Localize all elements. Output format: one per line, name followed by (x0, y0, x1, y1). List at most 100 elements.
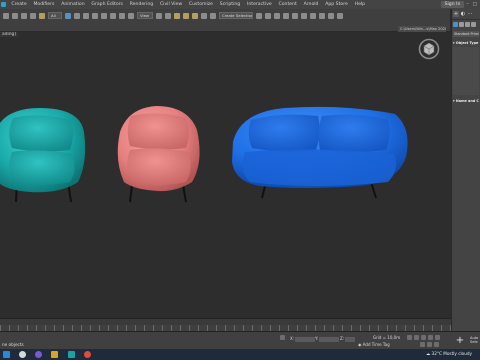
x-coordinate: X: (290, 336, 316, 342)
previous-frame-icon[interactable] (414, 335, 419, 340)
app-logo-icon (1, 2, 6, 7)
modify-tab-icon[interactable]: ◐ (460, 11, 466, 17)
menu-animation[interactable]: Animation (58, 2, 88, 7)
pan-icon[interactable] (434, 342, 439, 347)
file-explorer-icon[interactable] (51, 351, 58, 358)
menu-content[interactable]: Content (275, 2, 300, 7)
windows-start-icon[interactable] (3, 351, 10, 358)
create-category-icons (452, 20, 480, 29)
lock-icon[interactable] (280, 335, 285, 340)
z-coordinate: Z: (340, 336, 356, 342)
perspective-viewport[interactable]: ading] (0, 32, 451, 318)
lights-icon[interactable] (465, 22, 470, 27)
render-frame-icon[interactable] (328, 12, 334, 19)
redo-icon[interactable] (12, 12, 18, 19)
menu-arnold[interactable]: Arnold (300, 2, 322, 7)
x-field[interactable] (295, 336, 316, 342)
orbit-icon[interactable] (427, 342, 432, 347)
chrome-icon[interactable] (84, 351, 91, 358)
name-color-label: Name and Color (455, 99, 479, 103)
y-field[interactable] (319, 336, 340, 342)
window-crossing-icon[interactable] (92, 12, 98, 19)
mirror-icon[interactable] (256, 12, 262, 19)
menu-bar: Create Modifiers Animation Graph Editors… (0, 0, 480, 9)
cameras-icon[interactable] (471, 22, 476, 27)
render-production-icon[interactable] (337, 12, 343, 19)
pivot-center-icon[interactable] (156, 12, 162, 19)
menu-civil-view[interactable]: Civil View (157, 2, 186, 7)
menu-graph-editors[interactable]: Graph Editors (88, 2, 126, 7)
set-key-label: Sele (470, 340, 478, 345)
render-setup-icon[interactable] (319, 12, 325, 19)
select-object-icon[interactable] (65, 12, 71, 19)
select-by-name-icon[interactable] (74, 12, 80, 19)
toggle-layer-explorer-icon[interactable] (283, 12, 289, 19)
schematic-view-icon[interactable] (301, 12, 307, 19)
keyboard-shortcut-override-icon[interactable] (165, 12, 171, 19)
menu-customize[interactable]: Customize (185, 2, 216, 7)
menu-create[interactable]: Create (8, 2, 30, 7)
geometry-type-dropdown[interactable]: Standard Primitives (453, 31, 479, 37)
undo-icon[interactable] (3, 12, 9, 19)
select-scale-icon[interactable] (119, 12, 125, 19)
3ds-max-taskbar-icon[interactable] (68, 351, 75, 358)
add-time-tag-button[interactable]: ◉ Add Time Tag (358, 342, 390, 347)
selection-filter-dropdown[interactable]: All (48, 12, 62, 19)
next-frame-icon[interactable] (428, 335, 433, 340)
z-field[interactable] (345, 336, 356, 342)
toggle-scene-explorer-icon[interactable] (274, 12, 280, 19)
create-tab-icon[interactable]: + (453, 11, 459, 17)
search-icon[interactable] (19, 351, 26, 358)
menu-interactive[interactable]: Interactive (244, 2, 276, 7)
align-icon[interactable] (265, 12, 271, 19)
select-rotate-icon[interactable] (110, 12, 116, 19)
weather-label: Mostly cloudy (443, 351, 473, 356)
spinner-snap-icon[interactable] (201, 12, 207, 19)
status-bar: ne objects X: Y: Z: Grid = 10,0m ◉ Add T… (0, 331, 480, 349)
sign-in-button[interactable]: Sign In (440, 1, 465, 8)
curve-editor-icon[interactable] (292, 12, 298, 19)
menu-rendering[interactable]: Rendering (126, 2, 156, 7)
named-selection-dropdown[interactable]: Create Selection Se (219, 12, 253, 19)
add-time-tag-label: Add Time Tag (362, 342, 390, 347)
app-icon[interactable] (35, 351, 42, 358)
maximize-icon[interactable]: □ (473, 2, 477, 7)
geometry-icon[interactable] (453, 22, 458, 27)
shapes-icon[interactable] (459, 22, 464, 27)
object-type-rollout[interactable]: ▾ Object Type (453, 40, 479, 46)
name-color-rollout[interactable]: ▾ Name and Color (453, 98, 479, 104)
minimize-icon[interactable]: – (466, 2, 468, 7)
reference-coordinate-dropdown[interactable]: View (137, 12, 153, 19)
weather-widget[interactable]: ☁ 32°C Mostly cloudy (426, 351, 472, 356)
menu-modifiers[interactable]: Modifiers (30, 2, 58, 7)
teal-armchair[interactable] (0, 108, 86, 203)
add-plus-icon[interactable]: + (455, 336, 465, 346)
zoom-icon[interactable] (420, 342, 425, 347)
menu-scripting[interactable]: Scripting (216, 2, 243, 7)
playback-controls (407, 335, 440, 340)
go-to-start-icon[interactable] (407, 335, 412, 340)
material-editor-icon[interactable] (310, 12, 316, 19)
angle-snap-icon[interactable] (183, 12, 189, 19)
play-icon[interactable] (421, 335, 426, 340)
auto-key-button[interactable]: Auto Sele (470, 336, 478, 345)
snaps-toggle-icon[interactable] (174, 12, 180, 19)
percent-snap-icon[interactable] (192, 12, 198, 19)
menu-app-store[interactable]: App Store (322, 2, 351, 7)
time-slider[interactable] (0, 318, 451, 325)
status-prompt: ne objects (2, 342, 24, 347)
blue-sofa[interactable] (232, 106, 408, 199)
rectangular-selection-icon[interactable] (83, 12, 89, 19)
link-icon[interactable] (21, 12, 27, 19)
go-to-end-icon[interactable] (435, 335, 440, 340)
pink-armchair[interactable] (117, 106, 200, 203)
edit-named-selection-icon[interactable] (210, 12, 216, 19)
select-move-icon[interactable] (101, 12, 107, 19)
command-panel: + ◐ ⋯ Standard Primitives ▾ Object Type … (451, 9, 480, 334)
hierarchy-tab-icon[interactable]: ⋯ (467, 11, 473, 17)
placement-icon[interactable] (128, 12, 134, 19)
unlink-icon[interactable] (30, 12, 36, 19)
temperature-label: 32°C (431, 351, 442, 356)
menu-help[interactable]: Help (351, 2, 368, 7)
bind-space-warp-icon[interactable] (39, 12, 45, 19)
